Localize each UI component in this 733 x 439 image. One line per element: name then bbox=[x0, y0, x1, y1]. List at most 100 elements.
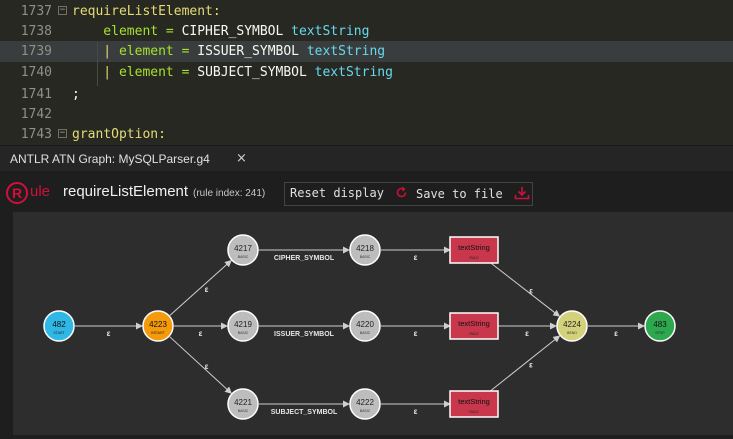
fold-toggle-icon[interactable]: − bbox=[58, 6, 67, 15]
line-number: 1738 bbox=[20, 24, 52, 39]
state-node[interactable]: 4220 BASIC bbox=[349, 310, 381, 342]
code-token: textString bbox=[314, 65, 393, 80]
line-number: 1742 bbox=[20, 107, 52, 122]
code-text: requireListElement: bbox=[72, 1, 221, 22]
node-type-label: RULE bbox=[469, 332, 479, 336]
node-label: 4221 bbox=[234, 398, 252, 407]
code-token: SUBJECT_SYMBOL bbox=[197, 65, 315, 80]
code-token: textString bbox=[306, 44, 386, 59]
node-label: textString bbox=[458, 243, 490, 252]
atn-graph-canvas[interactable]: ε ε ε ε CIPHER_SYMBOL ISSUER_SYMBOL SUBJECT_SY… bbox=[13, 212, 733, 435]
code-text: | element = ISSUER_SYMBOL textString bbox=[72, 41, 385, 62]
code-token: requireListElement: bbox=[72, 4, 221, 19]
edge-label: CIPHER_SYMBOL bbox=[274, 255, 335, 262]
line-number: 1741 bbox=[20, 87, 52, 102]
atn-graph-svg: ε ε ε ε CIPHER_SYMBOL ISSUER_SYMBOL SUBJECT_SY… bbox=[43, 234, 676, 420]
node-type-label: RULE bbox=[469, 410, 479, 414]
code-token: | bbox=[72, 44, 119, 59]
node-label: 4222 bbox=[356, 398, 374, 407]
state-node[interactable]: 4219 BASIC bbox=[227, 310, 259, 342]
state-node[interactable]: 482 START bbox=[43, 310, 75, 342]
code-token: element = bbox=[72, 24, 182, 39]
reset-display-label: Reset display bbox=[290, 186, 384, 200]
state-node[interactable]: 4224 BEND bbox=[556, 310, 588, 342]
edge-label: ε bbox=[414, 253, 418, 262]
rule-logo-text: ule bbox=[30, 183, 51, 200]
state-node[interactable]: 483 STOP bbox=[644, 310, 676, 342]
graph-edge bbox=[169, 336, 232, 394]
tab-atn-graph[interactable]: ANTLR ATN Graph: MySQLParser.g4 bbox=[10, 146, 210, 172]
line-number: 1737 bbox=[20, 4, 52, 19]
code-text: | element = SUBJECT_SYMBOL textString bbox=[72, 62, 393, 83]
code-text: element = CIPHER_SYMBOL textString bbox=[72, 21, 369, 42]
code-text: grantOption: bbox=[72, 124, 166, 145]
node-type-label: BASIC bbox=[238, 255, 249, 259]
line-number: 1740 bbox=[20, 65, 52, 80]
save-to-file-button[interactable]: Save to file bbox=[416, 186, 530, 201]
node-label: 4220 bbox=[356, 320, 374, 329]
line-number: 1739 bbox=[20, 44, 52, 59]
node-type-label: BASIC bbox=[360, 255, 371, 259]
edge-label: ε bbox=[205, 285, 209, 294]
edge-label: ε bbox=[205, 362, 209, 371]
code-token: grantOption: bbox=[72, 127, 166, 142]
code-line[interactable]: 1739 | element = ISSUER_SYMBOL textStrin… bbox=[0, 41, 733, 62]
edge-label: SUBJECT_SYMBOL bbox=[271, 409, 338, 416]
node-label: 4223 bbox=[149, 320, 167, 329]
state-node[interactable]: 4223 BSTART bbox=[142, 310, 174, 342]
code-editor[interactable]: 1737− requireListElement: 1738 element = C… bbox=[0, 0, 733, 145]
edge-label: ε bbox=[414, 329, 418, 338]
code-line[interactable]: 1742 bbox=[0, 104, 733, 125]
node-type-label: BASIC bbox=[360, 409, 371, 413]
node-label: 4218 bbox=[356, 244, 374, 253]
tab-bar: ANTLR ATN Graph: MySQLParser.g4 × bbox=[0, 145, 733, 172]
state-node[interactable]: 4218 BASIC bbox=[349, 234, 381, 266]
node-label: textString bbox=[458, 319, 490, 328]
edge-label: ε bbox=[414, 407, 418, 416]
rule-node[interactable]: textString RULE bbox=[449, 236, 499, 264]
reset-display-button[interactable]: Reset display bbox=[290, 186, 408, 200]
refresh-icon bbox=[396, 186, 407, 198]
graph-edge bbox=[490, 335, 561, 392]
node-label: textString bbox=[458, 397, 490, 406]
atn-graph-panel: R ule requireListElement (rule index: 24… bbox=[0, 171, 733, 435]
edge-label: ε bbox=[529, 287, 533, 296]
code-token: ISSUER_SYMBOL bbox=[197, 44, 307, 59]
node-type-label: BASIC bbox=[238, 409, 249, 413]
tab-close-icon[interactable]: × bbox=[236, 146, 247, 172]
edge-label: ISSUER_SYMBOL bbox=[274, 331, 335, 338]
node-label: 482 bbox=[52, 320, 66, 329]
node-type-label: BASIC bbox=[360, 331, 371, 335]
graph-edge bbox=[490, 262, 561, 317]
edge-label: ε bbox=[614, 329, 618, 338]
code-line[interactable]: 1743− grantOption: bbox=[0, 124, 733, 145]
node-type-label: STOP bbox=[655, 331, 665, 335]
node-label: 483 bbox=[653, 320, 667, 329]
download-icon bbox=[514, 187, 530, 200]
node-label: 4219 bbox=[234, 320, 252, 329]
code-line[interactable]: 1741; bbox=[0, 84, 733, 105]
state-node[interactable]: 4221 BASIC bbox=[227, 388, 259, 420]
graph-edge bbox=[169, 259, 232, 316]
code-text: ; bbox=[72, 84, 80, 105]
fold-toggle-icon[interactable]: − bbox=[58, 129, 67, 138]
node-type-label: BEND bbox=[567, 331, 577, 335]
rule-node[interactable]: textString RULE bbox=[449, 312, 499, 340]
node-label: 4224 bbox=[563, 320, 581, 329]
node-type-label: START bbox=[53, 331, 65, 335]
state-node[interactable]: 4217 BASIC bbox=[227, 234, 259, 266]
node-type-label: BASIC bbox=[238, 331, 249, 335]
rule-logo-icon: R bbox=[6, 182, 28, 204]
indent-guide bbox=[97, 42, 98, 86]
graph-toolbar: Reset display Save to file bbox=[284, 182, 533, 206]
state-node[interactable]: 4222 BASIC bbox=[349, 388, 381, 420]
code-line[interactable]: 1737− requireListElement: bbox=[0, 1, 733, 22]
node-type-label: BSTART bbox=[151, 331, 165, 335]
code-token: CIPHER_SYMBOL bbox=[181, 24, 292, 39]
node-label: 4217 bbox=[234, 244, 252, 253]
code-line[interactable]: 1738 element = CIPHER_SYMBOL textString bbox=[0, 21, 733, 42]
code-token: element = bbox=[118, 65, 198, 80]
rule-index: (rule index: 241) bbox=[193, 188, 266, 199]
rule-node[interactable]: textString RULE bbox=[449, 390, 499, 418]
code-line[interactable]: 1740 | element = SUBJECT_SYMBOL textStri… bbox=[0, 62, 733, 83]
